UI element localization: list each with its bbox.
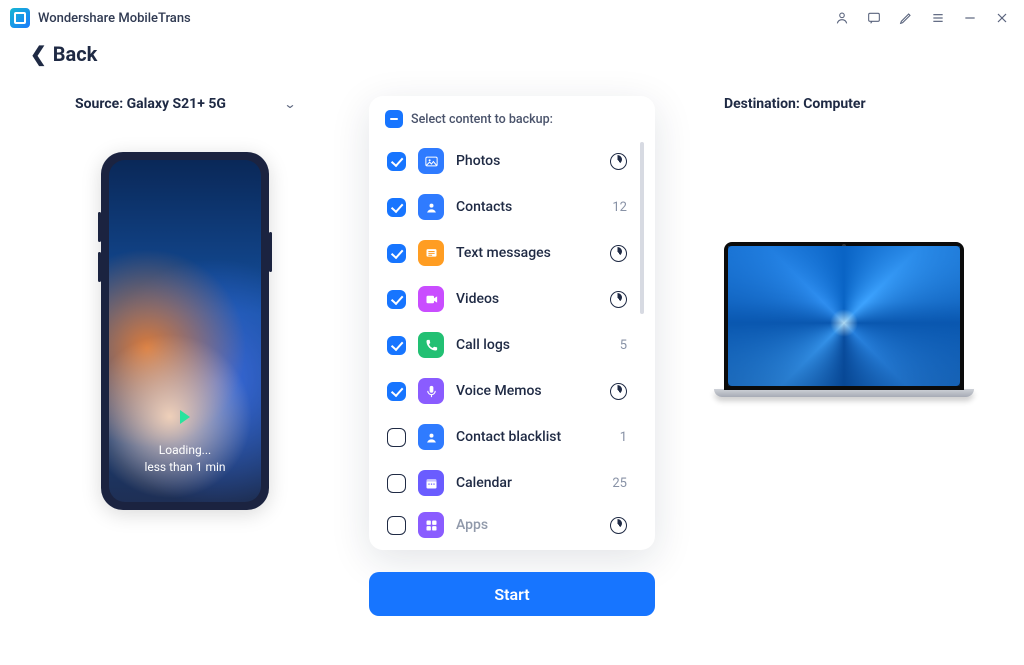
minimize-icon[interactable]	[962, 10, 978, 26]
back-label: Back	[53, 42, 98, 66]
row-label: Apps	[456, 517, 598, 533]
content-row-calllogs[interactable]: Call logs 5	[379, 322, 645, 368]
content-row-messages[interactable]: Text messages	[379, 230, 645, 276]
close-icon[interactable]	[994, 10, 1010, 26]
menu-icon[interactable]	[930, 10, 946, 26]
row-count: 25	[612, 476, 627, 491]
laptop-mockup	[714, 242, 974, 397]
content-selection-panel: Select content to backup: Photos Contacts…	[369, 96, 655, 550]
content-row-photos[interactable]: Photos	[379, 138, 645, 184]
checkbox-calllogs[interactable]	[387, 336, 406, 355]
checkbox-calendar[interactable]	[387, 474, 406, 493]
feedback-icon[interactable]	[866, 10, 882, 26]
row-label: Contacts	[456, 199, 600, 215]
account-icon[interactable]	[834, 10, 850, 26]
loading-spinner-icon	[610, 153, 627, 170]
checkbox-blacklist[interactable]	[387, 428, 406, 447]
content-row-calendar[interactable]: Calendar 25	[379, 460, 645, 506]
row-label: Call logs	[456, 337, 608, 353]
loading-status: Loading... less than 1 min	[144, 442, 225, 476]
source-selector[interactable]: Source: Galaxy S21+ 5G ⌄	[75, 96, 295, 112]
contacts-icon	[418, 194, 444, 220]
apps-icon	[418, 512, 444, 538]
chevron-down-icon: ⌄	[283, 97, 296, 111]
checkbox-messages[interactable]	[387, 244, 406, 263]
destination-device: Computer	[803, 96, 865, 112]
content-row-videos[interactable]: Videos	[379, 276, 645, 322]
chevron-left-icon: ❮	[30, 42, 47, 66]
row-label: Videos	[456, 291, 598, 307]
phone-mockup: Loading... less than 1 min	[101, 152, 269, 510]
photos-icon	[418, 148, 444, 174]
title-bar: Wondershare MobileTrans	[0, 0, 1024, 36]
destination-prefix: Destination:	[724, 96, 803, 112]
edit-icon[interactable]	[898, 10, 914, 26]
select-all-checkbox[interactable]	[385, 110, 403, 128]
play-icon	[180, 410, 190, 424]
voice-icon	[418, 378, 444, 404]
loading-spinner-icon	[610, 291, 627, 308]
back-button[interactable]: ❮ Back	[0, 36, 1024, 76]
loading-spinner-icon	[610, 517, 627, 534]
row-count: 5	[620, 338, 627, 353]
videos-icon	[418, 286, 444, 312]
calendar-icon	[418, 470, 444, 496]
checkbox-voice[interactable]	[387, 382, 406, 401]
row-label: Contact blacklist	[456, 429, 608, 445]
blacklist-icon	[418, 424, 444, 450]
panel-title: Select content to backup:	[411, 112, 553, 127]
row-count: 12	[612, 200, 627, 215]
row-label: Photos	[456, 153, 598, 169]
content-row-apps[interactable]: Apps	[379, 506, 645, 538]
row-label: Calendar	[456, 475, 600, 491]
app-logo-icon	[10, 8, 30, 28]
checkbox-photos[interactable]	[387, 152, 406, 171]
scrollbar[interactable]	[640, 142, 644, 314]
source-device: Galaxy S21+ 5G	[127, 96, 226, 112]
content-row-voice[interactable]: Voice Memos	[379, 368, 645, 414]
app-title: Wondershare MobileTrans	[38, 11, 191, 26]
checkbox-apps[interactable]	[387, 516, 406, 535]
row-count: 1	[620, 430, 627, 445]
checkbox-videos[interactable]	[387, 290, 406, 309]
loading-spinner-icon	[610, 245, 627, 262]
content-row-blacklist[interactable]: Contact blacklist 1	[379, 414, 645, 460]
row-label: Text messages	[456, 245, 598, 261]
source-prefix: Source:	[75, 96, 127, 112]
start-button[interactable]: Start	[369, 572, 655, 616]
messages-icon	[418, 240, 444, 266]
content-row-contacts[interactable]: Contacts 12	[379, 184, 645, 230]
calllogs-icon	[418, 332, 444, 358]
loading-spinner-icon	[610, 383, 627, 400]
checkbox-contacts[interactable]	[387, 198, 406, 217]
row-label: Voice Memos	[456, 383, 598, 399]
